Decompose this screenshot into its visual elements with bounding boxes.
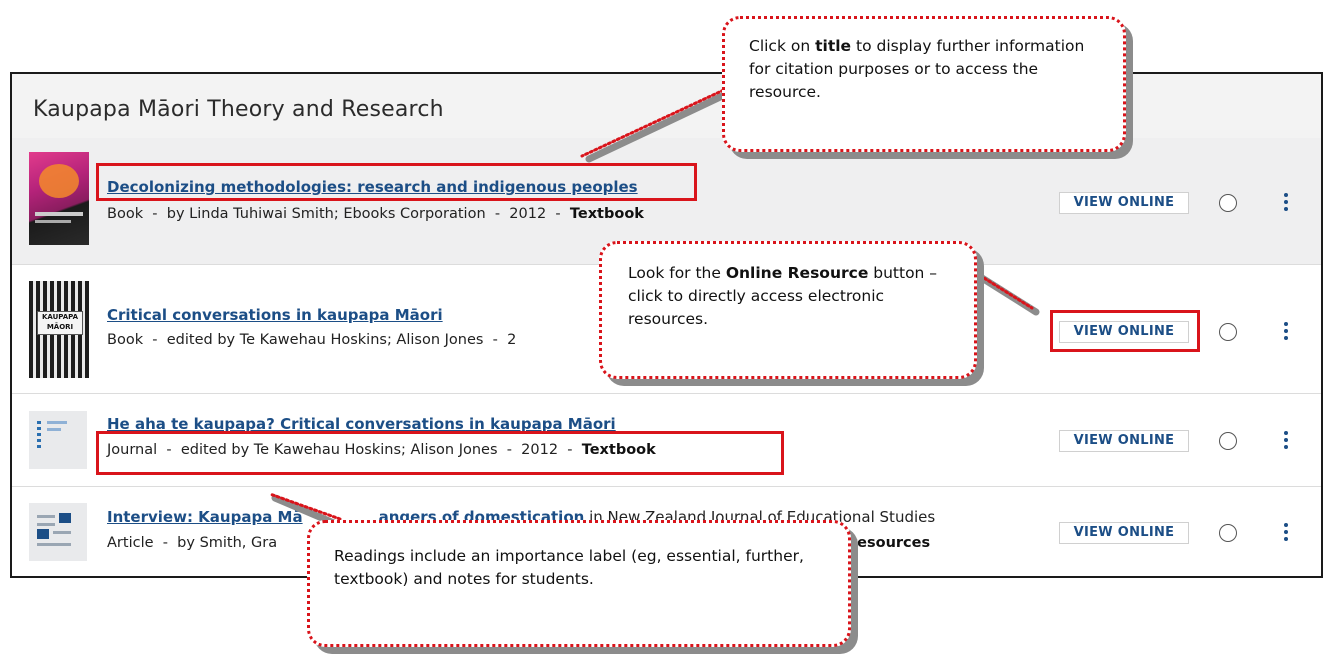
label-tip-callout: Readings include an importance label (eg… (307, 520, 851, 647)
reading-meta-text: Article - by Smith, Gra (107, 535, 278, 551)
importance-label: Textbook (569, 206, 644, 222)
online-tip-callout: Look for the Online Resource button – cl… (599, 241, 977, 379)
reading-meta-text: Book - by Linda Tuhiwai Smith; Ebooks Co… (107, 206, 570, 222)
more-options-icon[interactable] (1283, 431, 1289, 451)
reading-meta: Journal - edited by Te Kawehau Hoskins; … (107, 442, 656, 458)
document-icon (29, 411, 87, 469)
select-radio[interactable] (1219, 194, 1237, 212)
reading-row: He aha te kaupapa? Critical conversation… (12, 394, 1321, 487)
section-title: Kaupapa Māori Theory and Research (33, 97, 444, 122)
online-tip-bold: Online Resource (725, 264, 869, 282)
title-tip-bold: title (815, 37, 852, 55)
book-cover-thumbnail[interactable] (29, 152, 89, 245)
reading-title-link[interactable]: He aha te kaupapa? Critical conversation… (107, 415, 616, 433)
reading-title-link[interactable]: Interview: Kaupapa Mā (107, 508, 303, 526)
reading-meta-text: Book - edited by Te Kawehau Hoskins; Ali… (107, 332, 517, 348)
book-cover-thumbnail[interactable]: KAUPAPA MĀORI (29, 281, 89, 378)
view-online-button[interactable]: VIEW ONLINE (1059, 430, 1189, 452)
reading-meta: Book - by Linda Tuhiwai Smith; Ebooks Co… (107, 206, 644, 222)
select-radio[interactable] (1219, 524, 1237, 542)
reading-meta-text: Journal - edited by Te Kawehau Hoskins; … (107, 442, 582, 458)
more-options-icon[interactable] (1283, 523, 1289, 543)
select-radio[interactable] (1219, 323, 1237, 341)
importance-label: Textbook (581, 442, 656, 458)
reading-title-link[interactable]: Decolonizing methodologies: research and… (107, 178, 638, 196)
select-radio[interactable] (1219, 432, 1237, 450)
label-tip-text: Readings include an importance label (eg… (334, 547, 804, 588)
reading-meta: Book - edited by Te Kawehau Hoskins; Ali… (107, 332, 516, 348)
reading-meta: Article - by Smith, Gra resources (107, 535, 930, 551)
more-options-icon[interactable] (1283, 193, 1289, 213)
article-icon (29, 503, 87, 561)
cover-label: KAUPAPA MĀORI (37, 311, 83, 335)
view-online-button[interactable]: VIEW ONLINE (1059, 192, 1189, 214)
more-options-icon[interactable] (1283, 322, 1289, 342)
view-online-button[interactable]: VIEW ONLINE (1059, 522, 1189, 544)
online-tip-pre: Look for the (628, 264, 726, 282)
title-tip-callout: Click on title to display further inform… (722, 16, 1126, 152)
importance-label: resources (850, 535, 931, 551)
title-tip-pre: Click on (749, 37, 816, 55)
reading-title-link[interactable]: Critical conversations in kaupapa Māori (107, 306, 443, 324)
view-online-button[interactable]: VIEW ONLINE (1059, 321, 1189, 343)
